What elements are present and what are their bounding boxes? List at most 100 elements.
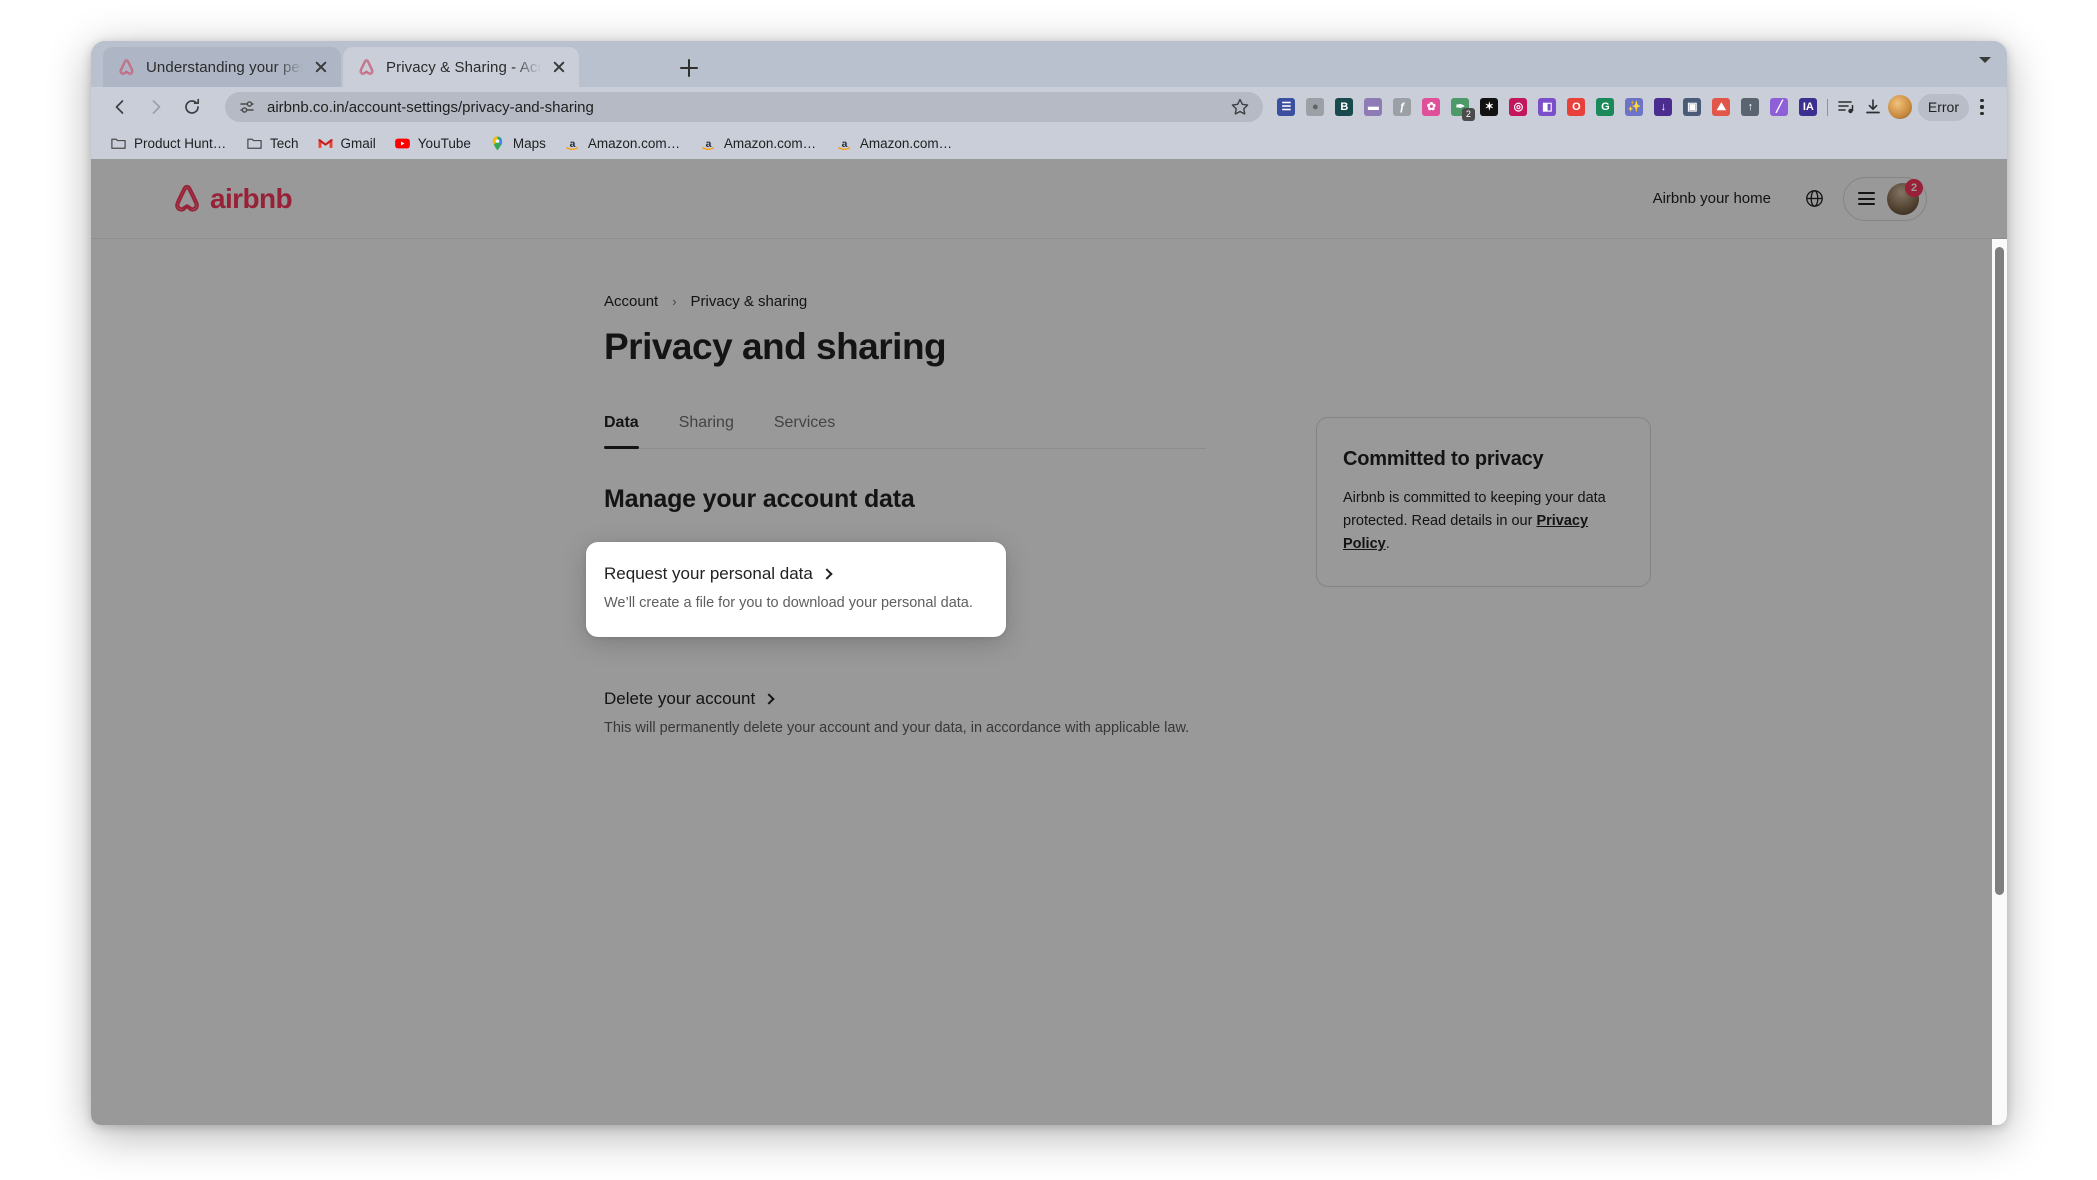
- bookmark-label: Gmail: [340, 135, 376, 151]
- bookmark-label: Product Hunt Pro...: [134, 135, 228, 151]
- extension-icon-9[interactable]: ◎: [1505, 94, 1532, 121]
- extension-icon-15[interactable]: ▣: [1679, 94, 1706, 121]
- profile-avatar-toolbar[interactable]: [1887, 94, 1914, 121]
- svg-text:a: a: [569, 138, 575, 149]
- extension-icon-6[interactable]: ✿: [1418, 94, 1445, 121]
- window-controls-caret-icon[interactable]: [1979, 57, 1991, 63]
- new-tab-button[interactable]: [675, 54, 703, 82]
- page-scrollbar[interactable]: [1992, 239, 2007, 1125]
- youtube-icon: [394, 138, 410, 148]
- extension-icon-7[interactable]: ✒ 2: [1447, 94, 1475, 121]
- extension-icon-13[interactable]: ✨: [1621, 94, 1648, 121]
- tab-sharing[interactable]: Sharing: [679, 414, 734, 448]
- airbnb-your-home-link[interactable]: Airbnb your home: [1639, 178, 1785, 219]
- breadcrumb-item-current: Privacy & sharing: [690, 293, 808, 310]
- request-personal-data-description: We’ll create a file for you to download …: [604, 595, 973, 611]
- delete-account-label: Delete your account: [604, 689, 756, 709]
- committed-to-privacy-title: Committed to privacy: [1343, 448, 1544, 470]
- extension-icon-1-glyph: ☰: [1277, 98, 1296, 116]
- breadcrumb-separator-icon: ›: [672, 294, 677, 309]
- bookmark-label: Amazon.com: Woo...: [859, 135, 954, 151]
- downloads-icon[interactable]: [1860, 94, 1887, 121]
- tab-data[interactable]: Data: [604, 414, 639, 449]
- extension-icon-4[interactable]: ▬: [1360, 94, 1387, 121]
- bookmark-item-2[interactable]: Gmail: [310, 131, 383, 155]
- bookmark-label: YouTube: [417, 135, 471, 151]
- extension-icon-13-glyph: ✨: [1625, 98, 1644, 116]
- extension-icon-14[interactable]: ↓: [1650, 94, 1677, 121]
- extension-icon-12[interactable]: G: [1592, 94, 1619, 121]
- extension-icon-16[interactable]: ⛰: [1708, 94, 1735, 121]
- browser-menu-kebab-icon[interactable]: [1969, 93, 1995, 121]
- bookmark-item-4[interactable]: Maps: [482, 131, 553, 155]
- address-bar[interactable]: airbnb.co.in/account-settings/privacy-an…: [225, 92, 1263, 122]
- delete-account-description: This will permanently delete your accoun…: [604, 720, 1190, 737]
- site-header: airbnb Airbnb your home 2: [91, 159, 2007, 239]
- amazon-icon: a: [702, 138, 715, 150]
- extension-icon-18[interactable]: ╱: [1766, 94, 1793, 121]
- bookmark-item-3[interactable]: YouTube: [387, 131, 478, 155]
- bookmark-item-7[interactable]: a Amazon.com: Woo...: [829, 131, 961, 155]
- browser-tab-1[interactable]: Privacy & Sharing - Account S: [343, 47, 579, 87]
- extension-icon-10[interactable]: ◧: [1534, 94, 1561, 121]
- page-viewport: airbnb Airbnb your home 2 Account › Priv…: [91, 159, 2007, 1125]
- globe-icon[interactable]: [1793, 178, 1835, 220]
- reload-button[interactable]: [175, 90, 209, 124]
- extension-icon-11[interactable]: O: [1563, 94, 1590, 121]
- request-personal-data-link[interactable]: Request your personal data: [604, 564, 986, 584]
- hamburger-icon: [1858, 192, 1875, 205]
- bookmark-item-0[interactable]: Product Hunt Pro...: [103, 131, 235, 155]
- media-playlist-icon[interactable]: [1833, 94, 1860, 121]
- browser-tab-0[interactable]: Understanding your personal: [103, 47, 341, 87]
- extension-icon-8-glyph: ✶: [1480, 98, 1499, 116]
- bookmark-item-6[interactable]: a Amazon.com: AZL...: [693, 131, 825, 155]
- extension-icon-17-glyph: ↑: [1741, 98, 1760, 116]
- request-personal-data-card[interactable]: Request your personal data We’ll create …: [586, 542, 1006, 638]
- extension-icon-17[interactable]: ↑: [1737, 94, 1764, 121]
- browser-extensions-area: ☰ ● B ▬ ƒ ✿ ✒ 2 ✶ ◎ ◧ O G ✨ ↓ ▣ ⛰ ↑ ╱ IA: [1273, 94, 1822, 121]
- extension-icon-19-glyph: IA: [1799, 98, 1818, 116]
- browser-tab-title: Privacy & Sharing - Account S: [386, 58, 541, 76]
- bookmarks-bar: Product Hunt Pro...TechGmailYouTubeMapsa…: [91, 127, 2007, 159]
- error-status-chip[interactable]: Error: [1917, 93, 1969, 121]
- airbnb-favicon-icon: [117, 58, 136, 77]
- amazon-icon: a: [838, 138, 851, 150]
- extension-icon-19[interactable]: IA: [1795, 94, 1822, 121]
- tab-close-icon[interactable]: [547, 55, 571, 79]
- extension-icon-2-glyph: ●: [1306, 98, 1325, 116]
- bookmark-star-icon[interactable]: [1229, 96, 1251, 118]
- side-column: Committed to privacy Airbnb is committed…: [1316, 414, 1651, 739]
- folder-icon: [247, 138, 262, 149]
- back-button[interactable]: [103, 90, 137, 124]
- airbnb-logo[interactable]: airbnb: [171, 183, 293, 215]
- extension-icon-3-glyph: B: [1335, 98, 1354, 116]
- committed-to-privacy-card: Committed to privacy Airbnb is committed…: [1316, 417, 1651, 587]
- extension-icon-8[interactable]: ✶: [1476, 94, 1503, 121]
- bookmark-item-5[interactable]: a Amazon.com: [3 P...: [557, 131, 689, 155]
- tab-close-icon[interactable]: [309, 55, 333, 79]
- bookmark-label: Maps: [512, 135, 546, 151]
- svg-text:a: a: [705, 138, 711, 149]
- user-menu-button[interactable]: 2: [1843, 176, 1927, 221]
- site-settings-tune-icon[interactable]: [237, 97, 257, 117]
- browser-tab-strip: Understanding your personal Privacy & Sh…: [91, 41, 2007, 87]
- extension-icon-5[interactable]: ƒ: [1389, 94, 1416, 121]
- extension-icon-3[interactable]: B: [1331, 94, 1358, 121]
- extension-icon-1[interactable]: ☰: [1273, 94, 1300, 121]
- browser-toolbar: airbnb.co.in/account-settings/privacy-an…: [91, 87, 2007, 127]
- page-scrollbar-thumb[interactable]: [1995, 247, 2004, 895]
- forward-button[interactable]: [139, 90, 173, 124]
- address-bar-url[interactable]: airbnb.co.in/account-settings/privacy-an…: [267, 99, 1221, 116]
- extension-icon-18-glyph: ╱: [1770, 98, 1789, 116]
- extension-icon-2[interactable]: ●: [1302, 94, 1329, 121]
- tab-services[interactable]: Services: [774, 414, 835, 448]
- extension-icon-9-glyph: ◎: [1509, 98, 1528, 116]
- delete-account-link[interactable]: Delete your account: [604, 689, 1206, 709]
- extension-icon-14-glyph: ↓: [1654, 98, 1673, 116]
- amazon-icon: a: [566, 138, 579, 150]
- bookmark-label: Amazon.com: [3 P...: [587, 135, 682, 151]
- toolbar-divider: [1826, 98, 1828, 116]
- breadcrumb-item-account[interactable]: Account: [604, 293, 658, 310]
- bookmark-item-1[interactable]: Tech: [239, 131, 306, 155]
- extension-icon-12-glyph: G: [1596, 98, 1615, 116]
